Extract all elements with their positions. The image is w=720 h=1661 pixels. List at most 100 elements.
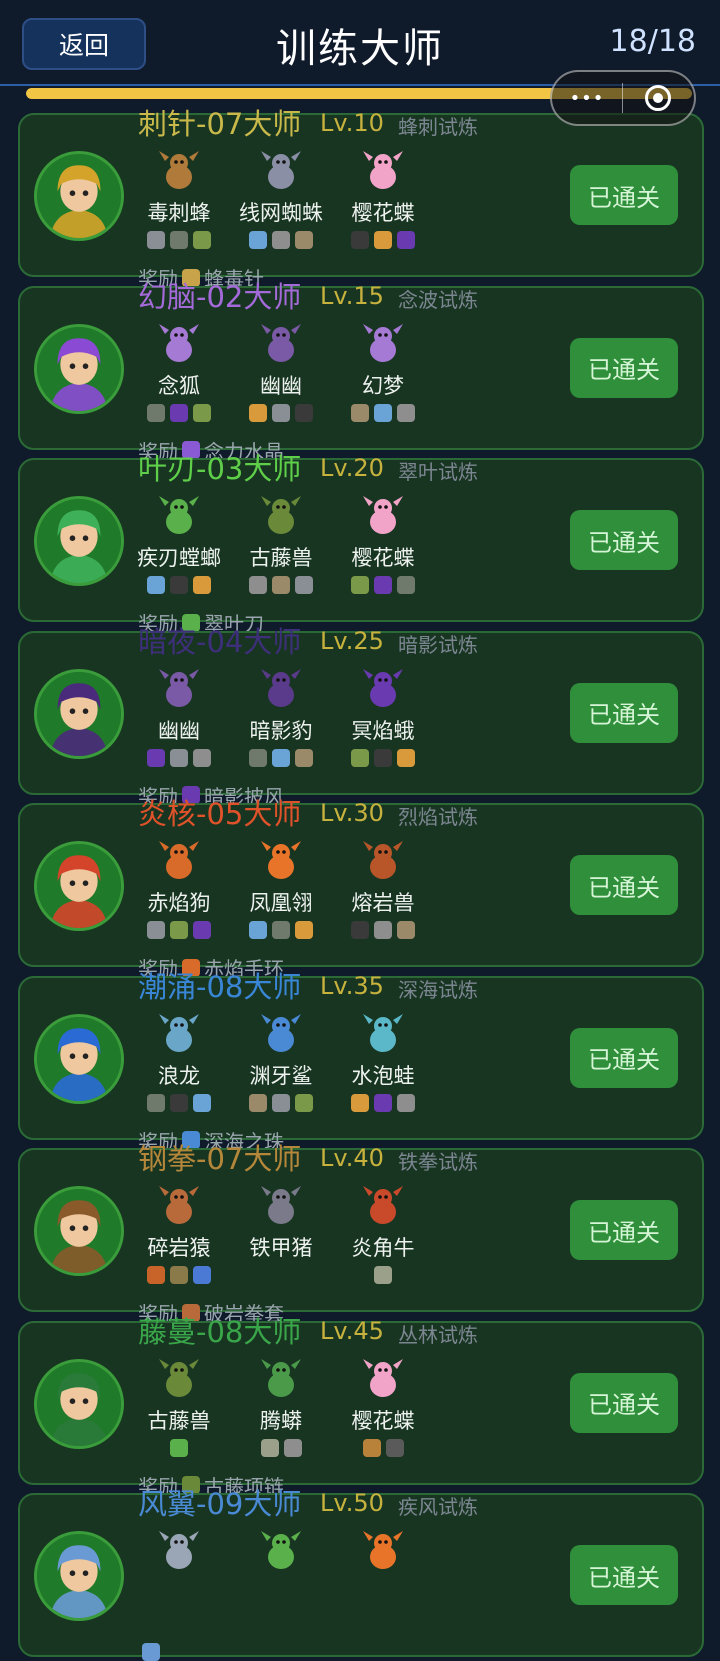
pet-entry: 樱花蝶 — [332, 492, 434, 594]
master-card: 潮涌-08大师 Lv.35 深海试炼 浪龙 渊牙鲨 水泡蛙 已通关 奖励 深海之珠 — [18, 970, 704, 1154]
cleared-button[interactable]: 已通关 — [570, 1545, 678, 1605]
cleared-button[interactable]: 已通关 — [570, 1027, 678, 1088]
pet-name: 疾刃螳螂 — [137, 546, 221, 570]
pet-gear-row — [128, 921, 230, 939]
gear-icon — [193, 231, 211, 249]
pet-name: 赤焰狗 — [147, 891, 211, 915]
gear-icon — [397, 576, 415, 594]
pet-name: 浪龙 — [158, 1063, 200, 1088]
master-avatar — [34, 1013, 124, 1104]
pet-gear-row — [230, 921, 332, 939]
pet-name: 毒刺蜂 — [147, 201, 211, 225]
gear-icon — [351, 1093, 369, 1112]
cleared-button[interactable]: 已通关 — [570, 337, 678, 398]
gear-icon — [272, 1093, 290, 1112]
gear-icon — [351, 576, 369, 594]
more-menu-icon[interactable]: ••• — [552, 88, 622, 109]
pet-gear-row — [230, 1438, 332, 1457]
master-level: Lv.40 — [320, 1144, 384, 1172]
pet-lineup: 念狐 幽幽 幻梦 — [128, 320, 434, 430]
pet-gear-row — [230, 231, 332, 249]
pet-name: 熔岩兽 — [351, 891, 415, 915]
pet-gear-row — [128, 231, 230, 249]
gear-icon — [170, 748, 188, 767]
gear-icon — [374, 1093, 392, 1112]
master-card: 藤蔓-08大师 Lv.45 丛林试炼 古藤兽 腾蟒 樱花蝶 已通关 奖励 古藤项链 — [18, 1315, 704, 1499]
master-trial-name: 丛林试炼 — [398, 1322, 478, 1347]
pet-entry: 凤凰翎 — [230, 837, 332, 939]
gear-icon — [374, 576, 392, 594]
gear-icon — [362, 1438, 381, 1457]
pet-entry: 樱花蝶 — [332, 1355, 434, 1457]
master-avatar — [34, 496, 124, 586]
gear-icon — [374, 403, 392, 422]
pet-name: 樱花蝶 — [351, 201, 415, 225]
close-target-icon[interactable] — [645, 85, 671, 111]
gear-icon — [397, 231, 415, 249]
pet-name: 暗影豹 — [249, 718, 313, 743]
master-title: 幻脑-02大师 — [138, 279, 302, 314]
pet-entry: 樱花蝶 — [332, 147, 434, 249]
pet-entry: 疾刃螳螂 — [128, 492, 230, 594]
master-avatar — [34, 841, 124, 931]
pet-icon — [359, 320, 407, 368]
pet-lineup — [128, 1527, 434, 1637]
master-level: Lv.30 — [320, 799, 384, 827]
pet-entry: 熔岩兽 — [332, 837, 434, 939]
pet-icon — [155, 1182, 203, 1230]
pet-gear-row — [230, 748, 332, 767]
cleared-button[interactable]: 已通关 — [570, 165, 678, 225]
gear-icon — [374, 921, 392, 939]
pet-name: 冥焰蛾 — [351, 718, 415, 743]
gear-icon — [249, 231, 267, 249]
gear-icon — [170, 1266, 188, 1284]
gear-icon — [295, 576, 313, 594]
pet-name: 渊牙鲨 — [249, 1063, 313, 1088]
master-level: Lv.15 — [320, 281, 384, 310]
pet-entry: 冥焰蛾 — [332, 665, 434, 767]
pet-icon — [359, 492, 407, 540]
gear-icon — [147, 231, 165, 249]
master-trial-name: 疾风试炼 — [398, 1495, 478, 1519]
gear-icon — [295, 921, 313, 939]
master-trial-name: 暗影试炼 — [398, 632, 478, 657]
cleared-button[interactable]: 已通关 — [570, 682, 678, 743]
gear-icon — [351, 403, 369, 422]
cleared-button[interactable]: 已通关 — [570, 1200, 678, 1260]
master-trial-name: 蜂刺试炼 — [398, 115, 478, 139]
pet-name: 念狐 — [158, 373, 200, 398]
pet-entry: 铁甲猪 — [230, 1182, 332, 1266]
master-trial-name: 念波试炼 — [398, 287, 478, 312]
gear-icon — [193, 1093, 211, 1112]
reward-item-icon — [142, 1643, 160, 1661]
pet-entry: 腾蟒 — [230, 1355, 332, 1457]
gear-icon — [193, 403, 211, 422]
pet-entry: 赤焰狗 — [128, 837, 230, 939]
gear-icon — [295, 1093, 313, 1112]
mini-program-capsule: ••• — [550, 70, 696, 126]
gear-icon — [295, 231, 313, 249]
pet-gear-row — [332, 403, 434, 422]
cleared-button[interactable]: 已通关 — [570, 855, 678, 915]
pet-name: 古藤兽 — [147, 1408, 211, 1433]
pet-gear-row — [230, 576, 332, 594]
master-title: 刺针-07大师 — [138, 107, 302, 141]
pet-icon — [257, 147, 305, 195]
pet-gear-row — [128, 748, 230, 767]
pet-icon — [257, 1182, 305, 1230]
pet-entry — [128, 1527, 230, 1579]
master-avatar — [34, 1186, 124, 1276]
pet-icon — [257, 1010, 305, 1058]
cleared-button[interactable]: 已通关 — [570, 1372, 678, 1433]
master-level: Lv.20 — [320, 454, 384, 482]
master-level: Lv.50 — [320, 1489, 384, 1517]
pet-entry: 古藤兽 — [230, 492, 332, 594]
master-card: 暗夜-04大师 Lv.25 暗影试炼 幽幽 暗影豹 冥焰蛾 已通关 奖励 暗影披风 — [18, 625, 704, 809]
gear-icon — [374, 748, 392, 767]
reward-line — [138, 1643, 164, 1661]
pet-icon — [359, 665, 407, 713]
pet-entry: 水泡蛙 — [332, 1010, 434, 1112]
gear-icon — [374, 1266, 392, 1284]
master-title: 叶刃-03大师 — [138, 452, 302, 486]
cleared-button[interactable]: 已通关 — [570, 510, 678, 570]
